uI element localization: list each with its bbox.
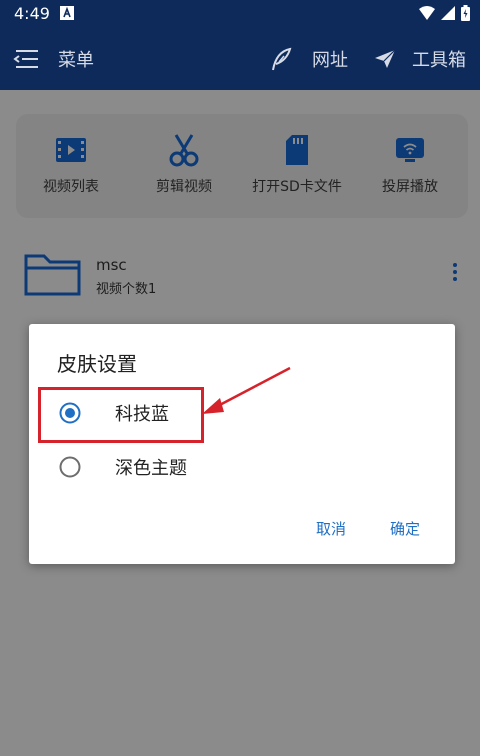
annotation-arrow-icon <box>202 366 291 414</box>
